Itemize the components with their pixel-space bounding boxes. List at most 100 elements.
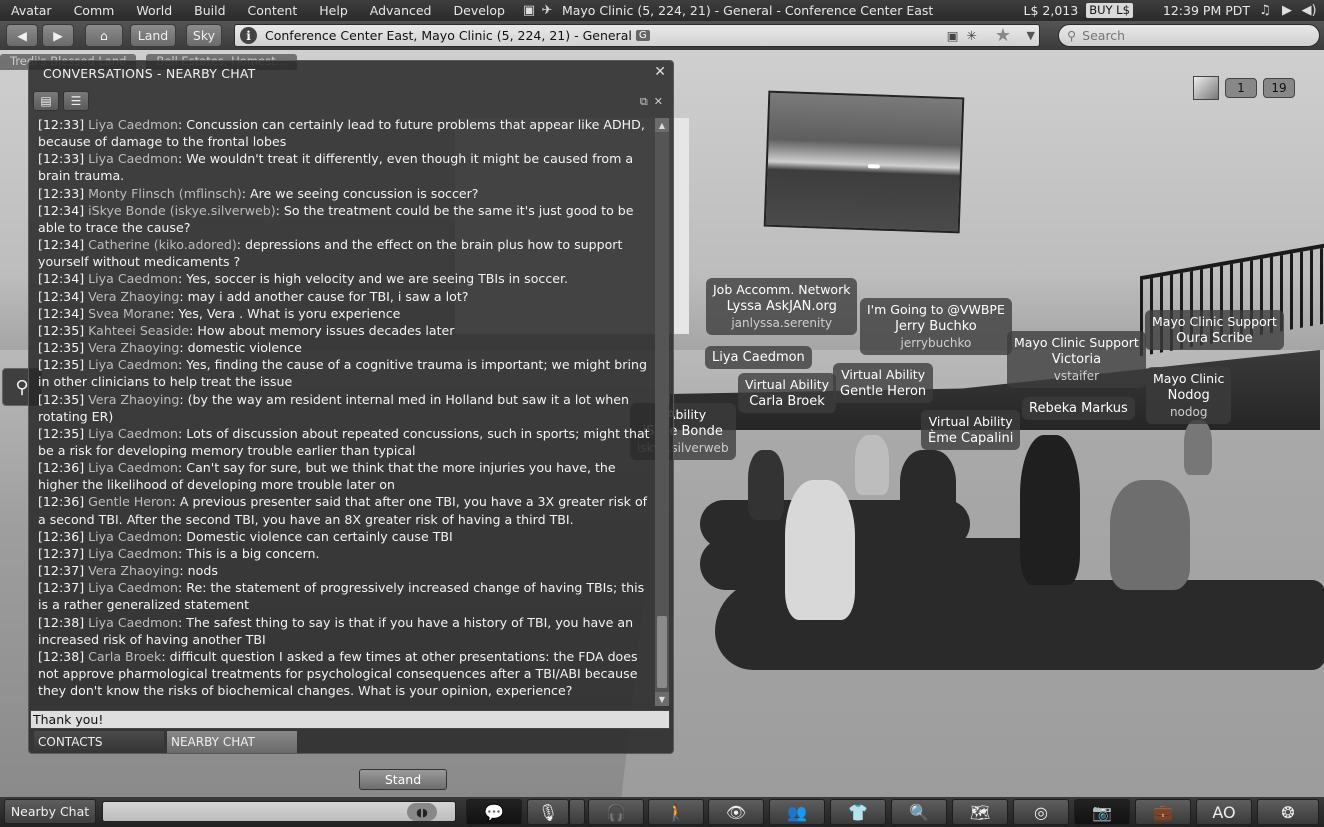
chat-speaker[interactable]: Liya Caedmon	[88, 546, 178, 561]
media-icon[interactable]: ▶	[1280, 3, 1294, 18]
music-icon[interactable]: ♫	[1258, 3, 1272, 18]
scroll-up-icon[interactable]: ▲	[655, 118, 669, 132]
gestures-button[interactable]: ❂	[1257, 799, 1319, 825]
chat-speaker[interactable]: Monty Flinsch (mflinsch)	[88, 186, 242, 201]
land-button[interactable]: Land	[130, 24, 176, 47]
speak-options-button[interactable]	[569, 799, 585, 825]
avatar[interactable]	[748, 450, 784, 520]
chevron-down-icon[interactable]: ▼	[1027, 29, 1035, 42]
chat-speaker[interactable]: Liya Caedmon	[88, 357, 178, 372]
chat-speaker[interactable]: Gentle Heron	[88, 494, 171, 509]
name-tag-oura[interactable]: Mayo Clinic Support Oura Scribe	[1145, 310, 1284, 350]
forward-button[interactable]: ▶	[42, 24, 74, 47]
menu-avatar[interactable]: Avatar	[0, 0, 63, 21]
chat-speaker[interactable]: iSkye Bonde (iskye.silverweb)	[88, 203, 276, 218]
location-bar[interactable]: i Conference Center East, Mayo Clinic (5…	[234, 24, 1040, 47]
close-icon[interactable]: ✕	[654, 95, 663, 109]
chat-speaker[interactable]: Vera Zhaoying	[88, 289, 179, 304]
people-button[interactable]: 👥	[769, 799, 825, 825]
sky-button[interactable]: Sky	[186, 24, 222, 47]
chat-speaker[interactable]: Liya Caedmon	[88, 580, 178, 595]
chat-speaker[interactable]: Vera Zhaoying	[88, 340, 179, 355]
appearance-button[interactable]: 👕	[830, 799, 886, 825]
ao-button[interactable]: AO	[1196, 799, 1252, 825]
inventory-button[interactable]: 💼	[1135, 799, 1191, 825]
volume-icon[interactable]: ◀)	[1301, 3, 1316, 18]
gesture-icon[interactable]: ◖◗	[407, 803, 437, 821]
chat-speaker[interactable]: Liya Caedmon	[88, 271, 178, 286]
search-input[interactable]: ⚲ Search	[1058, 24, 1320, 47]
chat-input[interactable]: Thank you!	[30, 710, 670, 729]
chat-speaker[interactable]: Liya Caedmon	[88, 615, 178, 630]
count-badge[interactable]: 1	[1225, 78, 1257, 98]
chat-speaker[interactable]: Vera Zhaoying	[88, 563, 179, 578]
menu-help[interactable]: Help	[308, 0, 359, 21]
name-tag-jerry[interactable]: I'm Going to @VWBPE Jerry Buchko jerrybu…	[860, 298, 1012, 355]
stand-button[interactable]: Stand	[359, 769, 447, 790]
detach-icon[interactable]: ⧉	[640, 95, 648, 109]
voice-button[interactable]: 🎧	[588, 799, 644, 825]
avatar[interactable]	[1184, 420, 1212, 475]
name-tag-eme[interactable]: Virtual Ability Ème Capalini	[921, 410, 1021, 450]
avatar[interactable]	[785, 480, 855, 620]
menu-build[interactable]: Build	[183, 0, 236, 21]
options-button[interactable]: ☰	[63, 91, 89, 111]
chat-speaker[interactable]: Liya Caedmon	[88, 117, 178, 132]
chat-scrollbar[interactable]: ▲ ▼	[655, 118, 669, 706]
menu-world[interactable]: World	[125, 0, 183, 21]
balance[interactable]: L$ 2,013	[1024, 3, 1079, 18]
buy-currency-button[interactable]: BUY L$	[1086, 3, 1133, 18]
name-tag-liya[interactable]: Liya Caedmon	[705, 346, 812, 369]
people-counters: 1 19	[1193, 76, 1295, 100]
chat-toolbar-button[interactable]: 💬	[466, 799, 522, 825]
count-badge[interactable]: 19	[1263, 78, 1295, 98]
chat-speaker[interactable]: Kahteei Seaside	[88, 323, 189, 338]
chat-speaker[interactable]: Liya Caedmon	[88, 426, 178, 441]
chat-text: : Yes, Vera . What is yoru experience	[170, 305, 401, 321]
chat-speaker[interactable]: Liya Caedmon	[88, 151, 178, 166]
scroll-down-icon[interactable]: ▼	[655, 692, 669, 706]
avatar-thumbnail[interactable]	[1193, 76, 1219, 100]
map-icon: 🗺	[969, 802, 991, 822]
scroll-thumb[interactable]	[657, 616, 667, 688]
snapshot-button[interactable]: 📷	[1074, 799, 1130, 825]
nearby-chat-button[interactable]: Nearby Chat	[4, 799, 96, 824]
chat-speaker[interactable]: Catherine (kiko.adored)	[88, 237, 237, 252]
name-tag-nodog[interactable]: Mayo Clinic Nodog nodog	[1146, 367, 1232, 424]
favorite-star-icon[interactable]: ★	[995, 25, 1011, 46]
chat-speaker[interactable]: Liya Caedmon	[88, 460, 178, 475]
chat-speaker[interactable]: Liya Caedmon	[88, 529, 178, 544]
name-tag-gentle[interactable]: Virtual Ability Gentle Heron	[833, 363, 934, 403]
conversation-button[interactable]: ▤	[33, 91, 59, 111]
tab-contacts[interactable]: CONTACTS	[34, 731, 164, 753]
map-button[interactable]: 🗺	[952, 799, 1008, 825]
sunset-painting	[763, 90, 965, 234]
view-button[interactable]: 👁	[708, 799, 764, 825]
chat-speaker[interactable]: Svea Morane	[88, 306, 170, 321]
move-button[interactable]: 🚶	[648, 799, 704, 825]
avatar[interactable]	[855, 435, 889, 495]
menu-content[interactable]: Content	[237, 0, 309, 21]
name-tag-victoria[interactable]: Mayo Clinic Support Victoria vstaifer	[1007, 331, 1146, 388]
speak-button[interactable]: 🎙	[527, 799, 569, 825]
menu-develop[interactable]: Develop	[443, 0, 516, 21]
info-icon[interactable]: i	[240, 27, 257, 44]
chat-speaker[interactable]: Carla Broek	[88, 649, 161, 664]
radar-button[interactable]: ◎	[1013, 799, 1069, 825]
chat-history[interactable]: [12:33] Liya Caedmon: Concussion can cer…	[38, 116, 655, 707]
home-button[interactable]: ⌂	[85, 24, 123, 47]
menu-comm[interactable]: Comm	[63, 0, 126, 21]
avatar[interactable]	[900, 450, 956, 530]
search-toolbar-button[interactable]: 🔍	[891, 799, 947, 825]
chat-speaker[interactable]: Vera Zhaoying	[88, 392, 179, 407]
nearby-chat-input[interactable]: ◖◗	[102, 801, 456, 822]
name-tag-lyssa[interactable]: Job Accomm. Network Lyssa AskJAN.org jan…	[706, 278, 858, 335]
name-tag-carla[interactable]: Virtual Ability Carla Broek	[738, 373, 837, 413]
back-button[interactable]: ◀	[6, 24, 38, 47]
close-icon[interactable]: ✕	[654, 64, 666, 80]
avatar[interactable]	[1110, 480, 1190, 590]
tab-nearby-chat[interactable]: NEARBY CHAT	[167, 731, 297, 753]
name-tag-rebeka[interactable]: Rebeka Markus	[1022, 397, 1135, 420]
menu-advanced[interactable]: Advanced	[359, 0, 443, 21]
avatar[interactable]	[1020, 435, 1080, 585]
